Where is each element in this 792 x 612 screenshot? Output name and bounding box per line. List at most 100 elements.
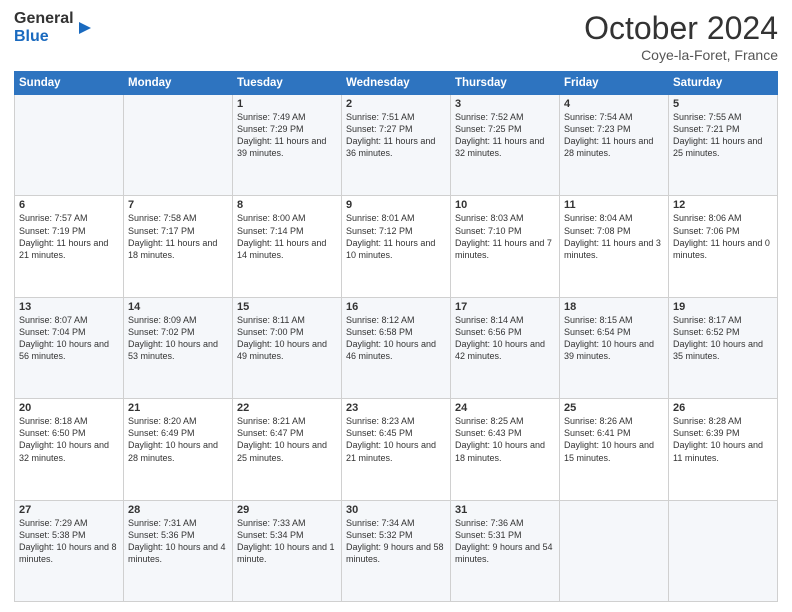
calendar-cell: 8Sunrise: 8:00 AMSunset: 7:14 PMDaylight… <box>233 196 342 297</box>
calendar-week-5: 27Sunrise: 7:29 AMSunset: 5:38 PMDayligh… <box>15 500 778 601</box>
calendar-cell: 14Sunrise: 8:09 AMSunset: 7:02 PMDayligh… <box>124 297 233 398</box>
calendar-header-row: SundayMondayTuesdayWednesdayThursdayFrid… <box>15 72 778 95</box>
calendar-cell: 13Sunrise: 8:07 AMSunset: 7:04 PMDayligh… <box>15 297 124 398</box>
day-number: 24 <box>455 402 555 414</box>
day-info: Sunrise: 8:18 AMSunset: 6:50 PMDaylight:… <box>19 415 119 464</box>
day-info: Sunrise: 7:55 AMSunset: 7:21 PMDaylight:… <box>673 111 773 160</box>
calendar-cell <box>124 95 233 196</box>
day-info: Sunrise: 8:20 AMSunset: 6:49 PMDaylight:… <box>128 415 228 464</box>
day-info: Sunrise: 8:15 AMSunset: 6:54 PMDaylight:… <box>564 314 664 363</box>
calendar-cell: 18Sunrise: 8:15 AMSunset: 6:54 PMDayligh… <box>560 297 669 398</box>
calendar-week-1: 1Sunrise: 7:49 AMSunset: 7:29 PMDaylight… <box>15 95 778 196</box>
day-info: Sunrise: 8:12 AMSunset: 6:58 PMDaylight:… <box>346 314 446 363</box>
day-info: Sunrise: 8:14 AMSunset: 6:56 PMDaylight:… <box>455 314 555 363</box>
day-info: Sunrise: 7:34 AMSunset: 5:32 PMDaylight:… <box>346 517 446 566</box>
day-number: 6 <box>19 199 119 211</box>
day-info: Sunrise: 8:09 AMSunset: 7:02 PMDaylight:… <box>128 314 228 363</box>
day-number: 10 <box>455 199 555 211</box>
day-number: 15 <box>237 301 337 313</box>
day-number: 2 <box>346 98 446 110</box>
day-info: Sunrise: 7:29 AMSunset: 5:38 PMDaylight:… <box>19 517 119 566</box>
title-section: October 2024 Coye-la-Foret, France <box>584 10 778 63</box>
calendar-cell: 7Sunrise: 7:58 AMSunset: 7:17 PMDaylight… <box>124 196 233 297</box>
calendar-cell: 21Sunrise: 8:20 AMSunset: 6:49 PMDayligh… <box>124 399 233 500</box>
header: General Blue October 2024 Coye-la-Foret,… <box>14 10 778 63</box>
calendar-cell: 24Sunrise: 8:25 AMSunset: 6:43 PMDayligh… <box>451 399 560 500</box>
col-header-monday: Monday <box>124 72 233 95</box>
logo-blue: Blue <box>14 28 74 46</box>
logo-general: General <box>14 10 74 28</box>
col-header-tuesday: Tuesday <box>233 72 342 95</box>
day-number: 18 <box>564 301 664 313</box>
calendar-cell: 23Sunrise: 8:23 AMSunset: 6:45 PMDayligh… <box>342 399 451 500</box>
calendar-cell: 1Sunrise: 7:49 AMSunset: 7:29 PMDaylight… <box>233 95 342 196</box>
day-number: 27 <box>19 504 119 516</box>
day-number: 3 <box>455 98 555 110</box>
day-info: Sunrise: 8:21 AMSunset: 6:47 PMDaylight:… <box>237 415 337 464</box>
calendar-cell: 28Sunrise: 7:31 AMSunset: 5:36 PMDayligh… <box>124 500 233 601</box>
calendar-cell: 17Sunrise: 8:14 AMSunset: 6:56 PMDayligh… <box>451 297 560 398</box>
calendar-week-4: 20Sunrise: 8:18 AMSunset: 6:50 PMDayligh… <box>15 399 778 500</box>
page: General Blue October 2024 Coye-la-Foret,… <box>0 0 792 612</box>
calendar-cell: 11Sunrise: 8:04 AMSunset: 7:08 PMDayligh… <box>560 196 669 297</box>
day-number: 16 <box>346 301 446 313</box>
day-info: Sunrise: 7:33 AMSunset: 5:34 PMDaylight:… <box>237 517 337 566</box>
calendar-cell: 4Sunrise: 7:54 AMSunset: 7:23 PMDaylight… <box>560 95 669 196</box>
col-header-saturday: Saturday <box>669 72 778 95</box>
day-number: 26 <box>673 402 773 414</box>
calendar-cell: 10Sunrise: 8:03 AMSunset: 7:10 PMDayligh… <box>451 196 560 297</box>
col-header-sunday: Sunday <box>15 72 124 95</box>
day-number: 4 <box>564 98 664 110</box>
day-info: Sunrise: 8:04 AMSunset: 7:08 PMDaylight:… <box>564 212 664 261</box>
day-info: Sunrise: 7:36 AMSunset: 5:31 PMDaylight:… <box>455 517 555 566</box>
calendar-cell: 29Sunrise: 7:33 AMSunset: 5:34 PMDayligh… <box>233 500 342 601</box>
location: Coye-la-Foret, France <box>584 47 778 63</box>
day-info: Sunrise: 8:25 AMSunset: 6:43 PMDaylight:… <box>455 415 555 464</box>
calendar-cell: 15Sunrise: 8:11 AMSunset: 7:00 PMDayligh… <box>233 297 342 398</box>
calendar-cell <box>15 95 124 196</box>
day-info: Sunrise: 7:58 AMSunset: 7:17 PMDaylight:… <box>128 212 228 261</box>
day-number: 9 <box>346 199 446 211</box>
calendar-cell: 30Sunrise: 7:34 AMSunset: 5:32 PMDayligh… <box>342 500 451 601</box>
day-number: 23 <box>346 402 446 414</box>
day-info: Sunrise: 7:49 AMSunset: 7:29 PMDaylight:… <box>237 111 337 160</box>
calendar-cell: 20Sunrise: 8:18 AMSunset: 6:50 PMDayligh… <box>15 399 124 500</box>
day-info: Sunrise: 8:11 AMSunset: 7:00 PMDaylight:… <box>237 314 337 363</box>
day-number: 28 <box>128 504 228 516</box>
day-number: 7 <box>128 199 228 211</box>
day-info: Sunrise: 8:28 AMSunset: 6:39 PMDaylight:… <box>673 415 773 464</box>
day-info: Sunrise: 8:17 AMSunset: 6:52 PMDaylight:… <box>673 314 773 363</box>
day-info: Sunrise: 8:23 AMSunset: 6:45 PMDaylight:… <box>346 415 446 464</box>
day-number: 13 <box>19 301 119 313</box>
calendar-week-2: 6Sunrise: 7:57 AMSunset: 7:19 PMDaylight… <box>15 196 778 297</box>
calendar-table: SundayMondayTuesdayWednesdayThursdayFrid… <box>14 71 778 602</box>
day-info: Sunrise: 8:03 AMSunset: 7:10 PMDaylight:… <box>455 212 555 261</box>
day-number: 5 <box>673 98 773 110</box>
day-number: 31 <box>455 504 555 516</box>
day-number: 22 <box>237 402 337 414</box>
day-info: Sunrise: 7:51 AMSunset: 7:27 PMDaylight:… <box>346 111 446 160</box>
calendar-cell: 19Sunrise: 8:17 AMSunset: 6:52 PMDayligh… <box>669 297 778 398</box>
day-number: 12 <box>673 199 773 211</box>
logo-icon <box>76 19 94 37</box>
day-number: 1 <box>237 98 337 110</box>
calendar-cell: 31Sunrise: 7:36 AMSunset: 5:31 PMDayligh… <box>451 500 560 601</box>
day-number: 25 <box>564 402 664 414</box>
day-number: 21 <box>128 402 228 414</box>
calendar-week-3: 13Sunrise: 8:07 AMSunset: 7:04 PMDayligh… <box>15 297 778 398</box>
day-number: 19 <box>673 301 773 313</box>
calendar-cell: 2Sunrise: 7:51 AMSunset: 7:27 PMDaylight… <box>342 95 451 196</box>
calendar-cell: 3Sunrise: 7:52 AMSunset: 7:25 PMDaylight… <box>451 95 560 196</box>
col-header-thursday: Thursday <box>451 72 560 95</box>
day-number: 11 <box>564 199 664 211</box>
day-info: Sunrise: 8:06 AMSunset: 7:06 PMDaylight:… <box>673 212 773 261</box>
day-number: 29 <box>237 504 337 516</box>
day-info: Sunrise: 7:57 AMSunset: 7:19 PMDaylight:… <box>19 212 119 261</box>
day-number: 14 <box>128 301 228 313</box>
day-info: Sunrise: 8:00 AMSunset: 7:14 PMDaylight:… <box>237 212 337 261</box>
day-info: Sunrise: 8:26 AMSunset: 6:41 PMDaylight:… <box>564 415 664 464</box>
col-header-friday: Friday <box>560 72 669 95</box>
calendar-cell: 22Sunrise: 8:21 AMSunset: 6:47 PMDayligh… <box>233 399 342 500</box>
calendar-cell: 6Sunrise: 7:57 AMSunset: 7:19 PMDaylight… <box>15 196 124 297</box>
day-info: Sunrise: 8:01 AMSunset: 7:12 PMDaylight:… <box>346 212 446 261</box>
